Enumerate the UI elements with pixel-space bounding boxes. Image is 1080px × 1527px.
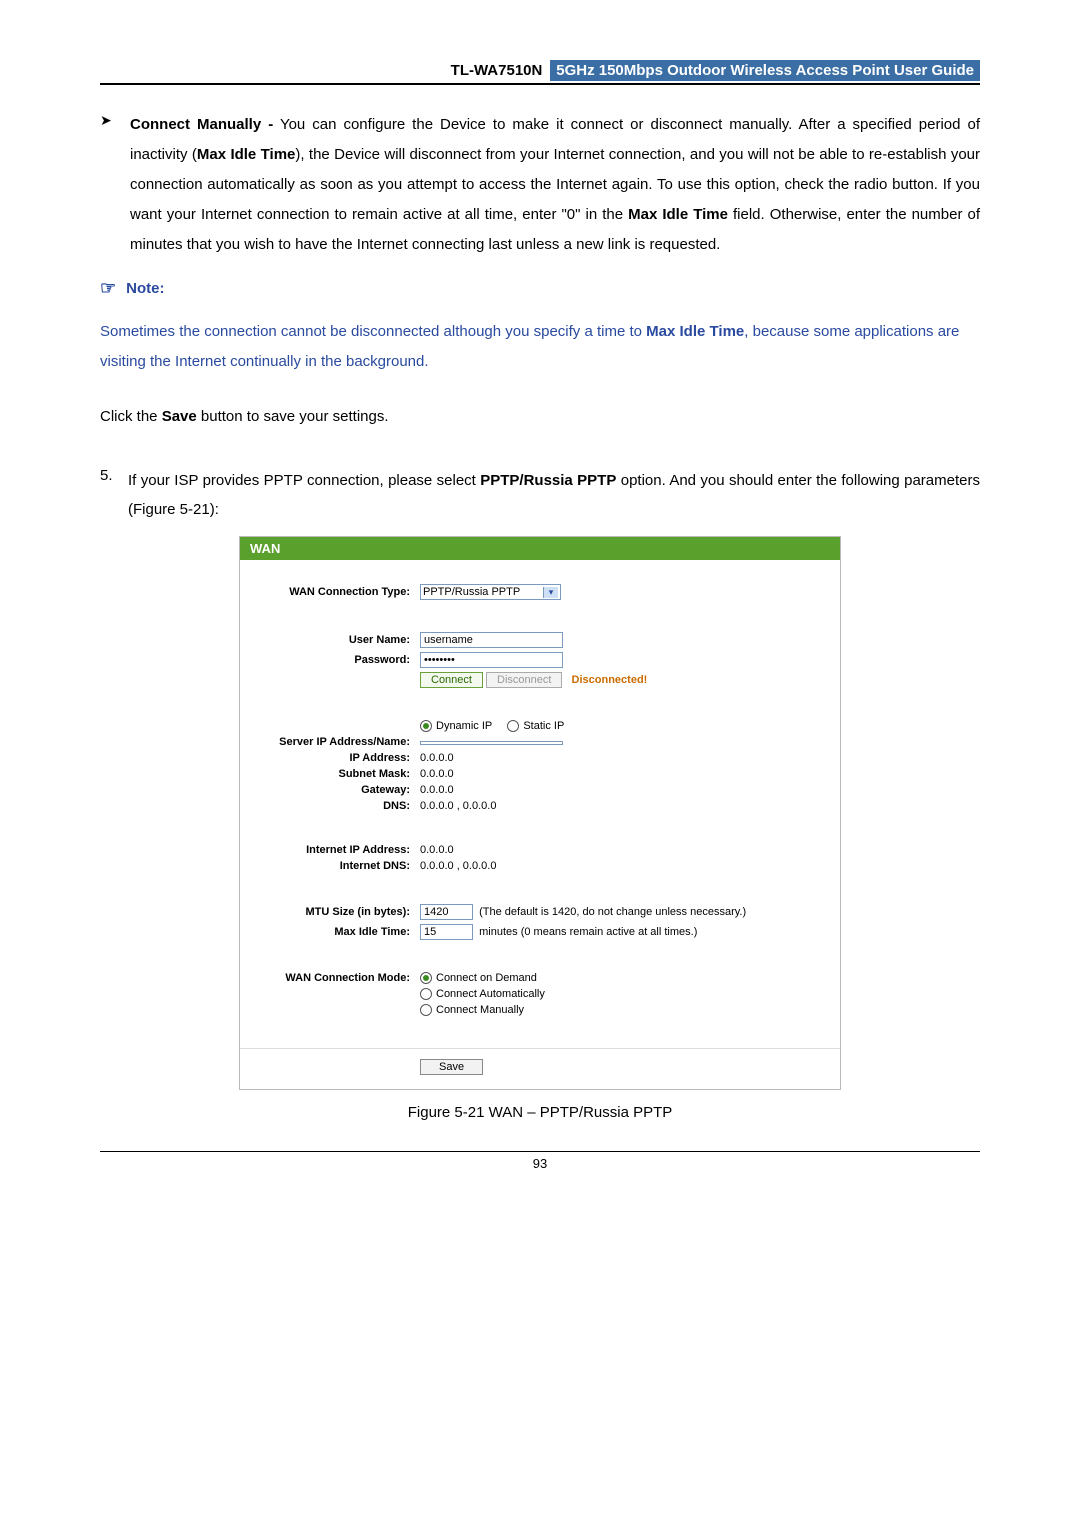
- chevron-down-icon: ▾: [543, 587, 558, 598]
- label-username: User Name:: [240, 634, 420, 646]
- label-ip: IP Address:: [240, 752, 420, 764]
- save-instruction: Click the Save button to save your setti…: [100, 402, 980, 432]
- server-input[interactable]: [420, 741, 563, 745]
- mtu-input[interactable]: 1420: [420, 904, 473, 920]
- label-internet-ip: Internet IP Address:: [240, 844, 420, 856]
- page-header: TL-WA7510N 5GHz 150Mbps Outdoor Wireless…: [100, 60, 980, 85]
- username-input[interactable]: username: [420, 632, 563, 648]
- label-max-idle: Max Idle Time:: [240, 926, 420, 938]
- label-internet-dns: Internet DNS:: [240, 860, 420, 872]
- max-idle-input[interactable]: 15: [420, 924, 473, 940]
- radio-connect-on-demand[interactable]: [420, 972, 432, 984]
- note-header: ☞ Note:: [100, 278, 980, 299]
- wan-panel-title: WAN: [240, 537, 840, 560]
- internet-ip-value: 0.0.0.0: [420, 844, 840, 856]
- conn-type-select[interactable]: PPTP/Russia PPTP ▾: [420, 584, 561, 600]
- guide-subtitle: 5GHz 150Mbps Outdoor Wireless Access Poi…: [550, 60, 980, 81]
- label-mtu: MTU Size (in bytes):: [240, 906, 420, 918]
- figure-caption: Figure 5-21 WAN – PPTP/Russia PPTP: [100, 1104, 980, 1121]
- connect-manually-paragraph: Connect Manually - You can configure the…: [130, 110, 980, 260]
- page-number: 93: [533, 1156, 547, 1171]
- save-button[interactable]: Save: [420, 1059, 483, 1075]
- gateway-value: 0.0.0.0: [420, 784, 840, 796]
- radio-dynamic-ip[interactable]: [420, 720, 432, 732]
- label-conn-type: WAN Connection Type:: [240, 586, 420, 598]
- bullet-arrow-icon: ➤: [100, 110, 130, 129]
- wan-figure: WAN WAN Connection Type: PPTP/Russia PPT…: [239, 536, 841, 1090]
- label-gateway: Gateway:: [240, 784, 420, 796]
- note-label: Note:: [126, 280, 164, 297]
- mtu-hint: (The default is 1420, do not change unle…: [479, 906, 746, 918]
- internet-dns-value: 0.0.0.0 , 0.0.0.0: [420, 860, 840, 872]
- max-idle-hint: minutes (0 means remain active at all ti…: [479, 926, 697, 938]
- model-number: TL-WA7510N: [451, 62, 547, 79]
- radio-connect-manually[interactable]: [420, 1004, 432, 1016]
- radio-static-ip[interactable]: [507, 720, 519, 732]
- note-body: Sometimes the connection cannot be disco…: [100, 317, 980, 377]
- radio-connect-auto[interactable]: [420, 988, 432, 1000]
- dns-value: 0.0.0.0 , 0.0.0.0: [420, 800, 840, 812]
- item5-text: If your ISP provides PPTP connection, pl…: [128, 467, 980, 524]
- connect-button[interactable]: Connect: [420, 672, 483, 688]
- label-conn-mode: WAN Connection Mode:: [240, 972, 420, 984]
- connection-status: Disconnected!: [572, 674, 648, 686]
- note-icon: ☞: [100, 278, 116, 299]
- page-footer: 93: [100, 1151, 980, 1171]
- ip-value: 0.0.0.0: [420, 752, 840, 764]
- bullet-lead: Connect Manually -: [130, 116, 273, 133]
- list-number-5: 5.: [100, 467, 128, 524]
- password-input[interactable]: ••••••••: [420, 652, 563, 668]
- disconnect-button[interactable]: Disconnect: [486, 672, 562, 688]
- label-password: Password:: [240, 654, 420, 666]
- label-subnet: Subnet Mask:: [240, 768, 420, 780]
- label-dns: DNS:: [240, 800, 420, 812]
- subnet-value: 0.0.0.0: [420, 768, 840, 780]
- label-server: Server IP Address/Name:: [240, 736, 420, 748]
